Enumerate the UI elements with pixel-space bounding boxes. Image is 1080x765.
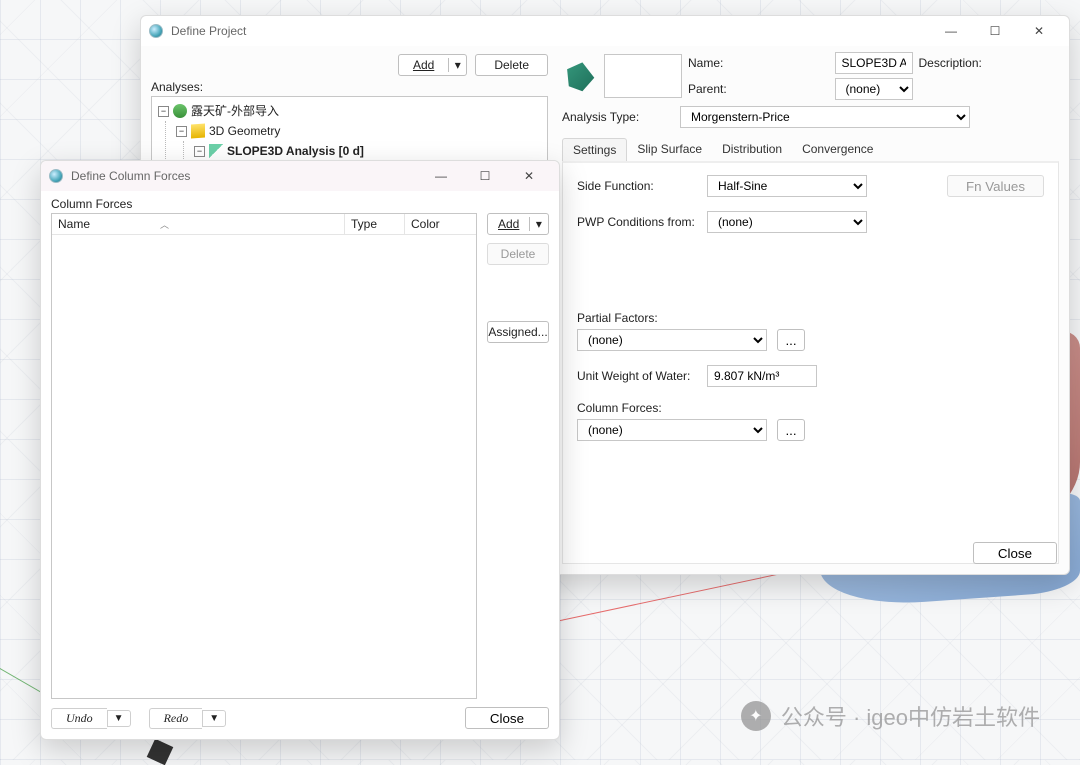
- description-input[interactable]: [604, 54, 682, 98]
- tree-slope3d[interactable]: SLOPE3D Analysis [0 d]: [227, 141, 364, 161]
- titlebar[interactable]: Define Project — ☐ ✕: [141, 16, 1069, 46]
- watermark-text: 公众号 · igeo中仿岩土软件: [781, 700, 1040, 732]
- titlebar[interactable]: Define Column Forces — ☐ ✕: [41, 161, 559, 191]
- undo-button[interactable]: Undo ▼: [51, 708, 131, 729]
- chevron-down-icon[interactable]: ▼: [107, 710, 131, 727]
- col-color[interactable]: Color: [404, 214, 476, 234]
- delete-analysis-button[interactable]: Delete: [475, 54, 548, 76]
- description-label: Description:: [919, 56, 1060, 70]
- name-input[interactable]: [835, 52, 913, 74]
- add-analysis-button[interactable]: Add ▾: [398, 54, 467, 76]
- unit-weight-input[interactable]: [707, 365, 817, 387]
- redo-button[interactable]: Redo ▼: [149, 708, 227, 729]
- partial-factors-label: Partial Factors:: [577, 311, 1044, 325]
- add-force-button[interactable]: Add ▾: [487, 213, 549, 235]
- tree-expander[interactable]: −: [158, 106, 169, 117]
- fn-values-button: Fn Values: [947, 175, 1044, 197]
- tree-expander[interactable]: −: [176, 126, 187, 137]
- globe-icon: [173, 104, 187, 118]
- chevron-down-icon[interactable]: ▾: [448, 58, 466, 72]
- slope-icon: [209, 144, 223, 158]
- column-forces-select[interactable]: (none): [577, 419, 767, 441]
- cube-icon: [191, 124, 205, 139]
- col-type[interactable]: Type: [344, 214, 404, 234]
- grid-body[interactable]: [52, 235, 476, 698]
- chevron-down-icon[interactable]: ▾: [529, 217, 547, 231]
- window-title: Define Column Forces: [71, 169, 190, 183]
- column-forces-label: Column Forces: [51, 197, 549, 211]
- tab-convergence[interactable]: Convergence: [792, 138, 883, 161]
- partial-factors-select[interactable]: (none): [577, 329, 767, 351]
- chevron-down-icon[interactable]: ▼: [202, 710, 226, 727]
- side-function-label: Side Function:: [577, 179, 697, 193]
- delete-force-button: Delete: [487, 243, 549, 265]
- unit-weight-label: Unit Weight of Water:: [577, 369, 697, 383]
- minimize-button[interactable]: —: [929, 16, 973, 46]
- column-forces-edit-button[interactable]: ...: [777, 419, 805, 441]
- wechat-icon: ✦: [741, 701, 771, 731]
- analyses-label: Analyses:: [151, 80, 548, 94]
- pwp-label: PWP Conditions from:: [577, 215, 697, 229]
- sort-asc-icon[interactable]: ︿: [160, 218, 169, 231]
- tab-settings[interactable]: Settings: [562, 138, 627, 161]
- project-close-button[interactable]: Close: [973, 542, 1057, 564]
- column-forces-label: Column Forces:: [577, 401, 1044, 415]
- column-forces-grid[interactable]: Name ︿ Type Color: [51, 213, 477, 699]
- app-icon: [149, 24, 163, 38]
- maximize-button[interactable]: ☐: [463, 161, 507, 191]
- col-name[interactable]: Name: [58, 217, 90, 231]
- close-window-button[interactable]: ✕: [1017, 16, 1061, 46]
- tabs: Settings Slip Surface Distribution Conve…: [562, 138, 1059, 161]
- forces-close-button[interactable]: Close: [465, 707, 549, 729]
- tab-slip-surface[interactable]: Slip Surface: [627, 138, 712, 161]
- assigned-button[interactable]: Assigned...: [487, 321, 549, 343]
- partial-factors-edit-button[interactable]: ...: [777, 329, 805, 351]
- close-window-button[interactable]: ✕: [507, 161, 551, 191]
- tab-distribution[interactable]: Distribution: [712, 138, 792, 161]
- settings-panel: Side Function: Half-Sine Fn Values PWP C…: [562, 161, 1059, 564]
- tree-geom[interactable]: 3D Geometry: [209, 121, 280, 141]
- pwp-select[interactable]: (none): [707, 211, 867, 233]
- tree-expander[interactable]: −: [194, 146, 205, 157]
- analysis-type-label: Analysis Type:: [562, 110, 674, 124]
- side-function-select[interactable]: Half-Sine: [707, 175, 867, 197]
- parent-label: Parent:: [688, 82, 829, 96]
- tree-root[interactable]: 露天矿-外部导入: [191, 101, 279, 121]
- analysis-type-select[interactable]: Morgenstern-Price: [680, 106, 970, 128]
- minimize-button[interactable]: —: [419, 161, 463, 191]
- app-icon: [49, 169, 63, 183]
- analysis-type-icon: [562, 59, 596, 93]
- parent-select[interactable]: (none): [835, 78, 913, 100]
- window-title: Define Project: [171, 24, 246, 38]
- maximize-button[interactable]: ☐: [973, 16, 1017, 46]
- name-label: Name:: [688, 56, 829, 70]
- watermark: ✦ 公众号 · igeo中仿岩土软件: [741, 700, 1040, 732]
- define-column-forces-window: Define Column Forces — ☐ ✕ Column Forces…: [40, 160, 560, 740]
